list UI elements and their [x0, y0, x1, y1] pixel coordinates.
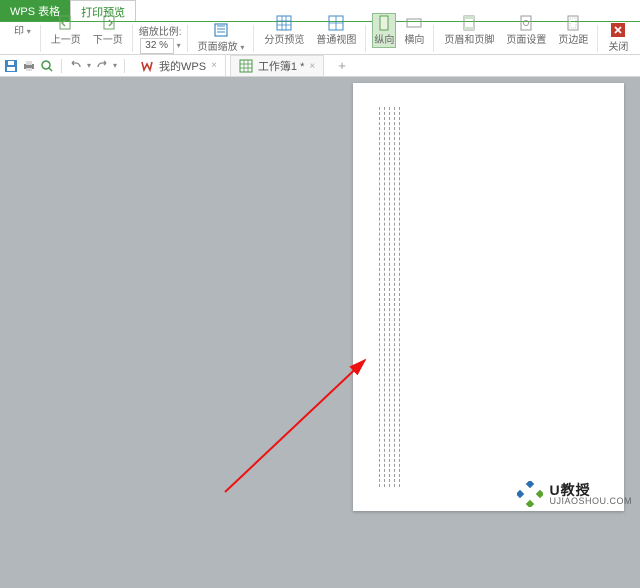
close-icon[interactable]: × — [309, 61, 315, 72]
close-preview-button[interactable]: 关闭 — [604, 22, 632, 53]
chevron-down-icon: ▾ — [240, 43, 244, 52]
page-break-preview-button[interactable]: 分页预览 — [260, 15, 308, 46]
close-icon[interactable]: × — [211, 60, 217, 71]
ribbon-group-pagescale: 页面缩放 ▾ — [188, 22, 255, 55]
tab-my-wps[interactable]: 我的WPS × — [132, 55, 226, 76]
column-line — [379, 107, 380, 487]
next-page-button[interactable]: 下一页 — [89, 15, 127, 46]
print-button[interactable]: 印 ▾ — [10, 22, 35, 37]
page-left-icon — [58, 15, 74, 31]
separator — [124, 59, 125, 73]
ribbon-group-print: 印 ▾ — [4, 22, 41, 55]
landscape-button[interactable]: 横向 — [400, 15, 428, 46]
column-line — [394, 107, 395, 487]
print-icon[interactable] — [22, 59, 36, 73]
quick-access-row: ▾ ▾ 我的WPS × 工作簿1 * × + — [0, 55, 640, 77]
page-setup-button[interactable]: 页面设置 — [502, 15, 550, 46]
preview-icon[interactable] — [40, 59, 54, 73]
page-landscape-icon — [406, 15, 422, 31]
preview-workarea: S 搜狗指南 U教授 UJIAOSHOU.COM — [0, 77, 640, 511]
ribbon-group-pagesetup: 页眉和页脚 页面设置 页边距 — [434, 22, 598, 55]
wps-logo-icon — [140, 59, 154, 73]
preview-page — [353, 83, 624, 511]
ribbon-group-zoom: 缩放比例: 32 % ▾ — [133, 22, 188, 55]
page-setup-icon — [518, 15, 534, 31]
chevron-down-icon[interactable]: ▾ — [87, 61, 91, 70]
close-icon — [610, 22, 626, 38]
grid-break-icon — [276, 15, 292, 31]
ribbon-group-close: 关闭 — [598, 22, 638, 55]
ribbon-group-orientation: 纵向 横向 — [366, 22, 434, 55]
tab-label: 我的WPS — [159, 58, 206, 74]
chevron-down-icon[interactable]: ▾ — [177, 41, 181, 50]
new-tab-button[interactable]: + — [328, 58, 356, 73]
undo-icon[interactable] — [69, 59, 83, 73]
normal-view-button[interactable]: 普通视图 — [312, 15, 360, 46]
page-portrait-icon — [376, 15, 392, 31]
spreadsheet-icon — [239, 59, 253, 73]
grid-icon — [328, 15, 344, 31]
footer-brand: U教授 — [549, 483, 632, 497]
column-line — [399, 107, 400, 487]
tab-workbook1[interactable]: 工作簿1 * × — [230, 55, 324, 76]
header-footer-button[interactable]: 页眉和页脚 — [440, 15, 498, 46]
save-icon[interactable] — [4, 59, 18, 73]
column-line — [389, 107, 390, 487]
chevron-down-icon: ▾ — [27, 27, 31, 36]
margins-icon — [565, 15, 581, 31]
watermark-footer: U教授 UJIAOSHOU.COM — [517, 481, 632, 507]
prev-page-button[interactable]: 上一页 — [47, 15, 85, 46]
tab-label: 工作簿1 * — [258, 58, 304, 74]
chevron-down-icon[interactable]: ▾ — [113, 61, 117, 70]
ribbon-group-views: 分页预览 普通视图 — [254, 22, 366, 55]
page-scale-button[interactable]: 页面缩放 ▾ — [194, 22, 249, 53]
header-footer-icon — [461, 15, 477, 31]
redo-icon[interactable] — [95, 59, 109, 73]
portrait-button[interactable]: 纵向 — [372, 13, 396, 48]
page-scale-icon — [213, 22, 229, 38]
margins-button[interactable]: 页边距 — [554, 15, 592, 46]
page-right-icon — [100, 15, 116, 31]
footer-url: UJIAOSHOU.COM — [549, 497, 632, 506]
zoom-header-label: 缩放比例: — [139, 23, 182, 38]
zoom-value-input[interactable]: 32 % — [140, 38, 174, 54]
column-line — [384, 107, 385, 487]
ribbon-group-pagenav: 上一页 下一页 — [41, 22, 133, 55]
u-logo-icon — [517, 481, 543, 507]
page-content — [379, 107, 400, 487]
separator — [61, 59, 62, 73]
ribbon: 印 ▾ 上一页 下一页 缩放比例: 32 % ▾ 页面缩放 ▾ — [0, 22, 640, 55]
